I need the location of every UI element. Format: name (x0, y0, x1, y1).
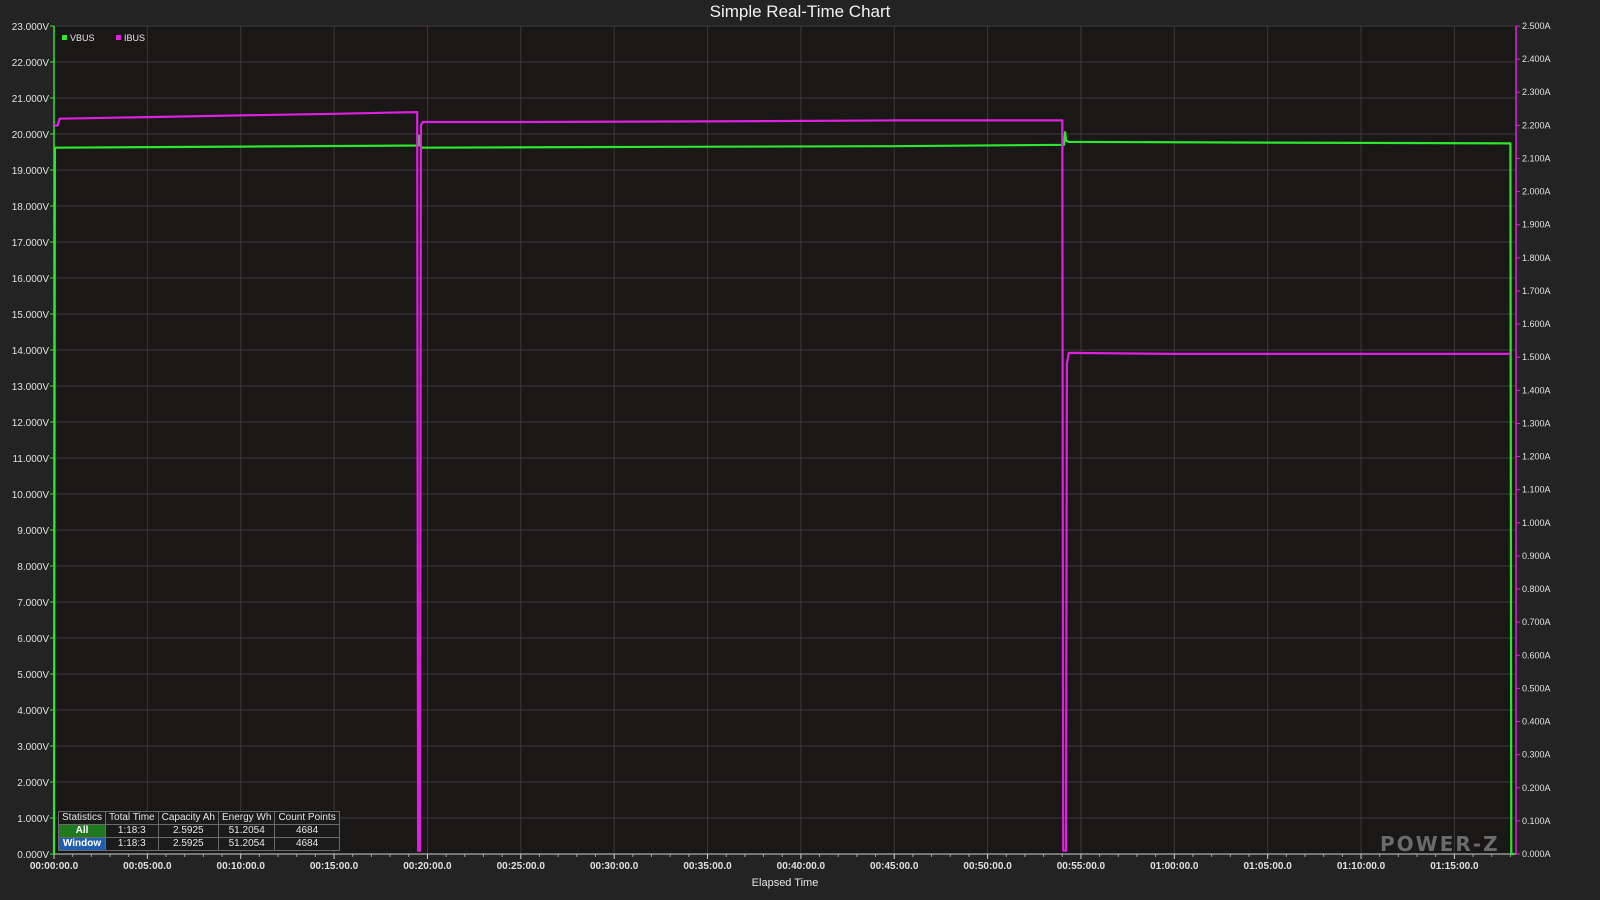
legend-label-ibus: IBUS (124, 33, 145, 43)
y-right-tick-label: 1.300A (1522, 418, 1551, 428)
y-left-tick-label: 9.000V (17, 526, 49, 537)
chart-canvas: 0.000V 1.000V 2.000V 3.000V 4.000V 5.000V 6.00… (12, 21, 1551, 889)
legend-swatch-ibus (116, 35, 121, 40)
y-right-tick-label: 0.500A (1522, 683, 1551, 693)
y-left-tick-label: 8.000V (17, 562, 49, 573)
x-tick-label: 00:55:00.0 (1057, 861, 1106, 872)
y-left-tick-label: 16.000V (12, 274, 50, 285)
y-left-tick-label: 20.000V (12, 130, 50, 141)
x-tick-label: 00:30:00.0 (590, 861, 639, 872)
y-left-tick-label: 22.000V (12, 58, 50, 69)
y-left-tick-label: 4.000V (17, 706, 49, 717)
x-tick-label: 01:15:00.0 (1430, 861, 1479, 872)
y-left-tick-label: 13.000V (12, 382, 50, 393)
statistics-row-window: Window 1:18:3 2.5925 51.2054 4684 (57, 837, 340, 851)
x-axis-label: Elapsed Time (752, 877, 819, 889)
x-tick-label: 00:40:00.0 (777, 861, 826, 872)
y-right-tick-label: 2.000A (1522, 187, 1551, 197)
y-right-tick-label: 2.500A (1522, 21, 1551, 31)
x-tick-label: 00:00:00.0 (30, 861, 79, 872)
y-right-tick-label: 2.200A (1522, 120, 1551, 130)
y-right-tick-label: 0.100A (1522, 816, 1551, 826)
y-right-tick-label: 1.000A (1522, 518, 1551, 528)
y-left-tick-label: 6.000V (17, 634, 49, 645)
x-tick-label: 00:20:00.0 (403, 861, 452, 872)
stats-cell: 51.2054 (217, 837, 276, 851)
y-left-tick-label: 23.000V (12, 22, 50, 33)
stats-header-statistics: Statistics (57, 811, 107, 825)
legend-swatch-vbus (62, 35, 67, 40)
y-right-tick-label: 1.200A (1522, 452, 1551, 462)
x-tick-label: 00:25:00.0 (497, 861, 546, 872)
y-left-tick-label: 1.000V (17, 814, 49, 825)
stats-cell: 51.2054 (217, 824, 276, 838)
y-right-tick-label: 1.700A (1522, 286, 1551, 296)
stats-cell: 4684 (274, 824, 340, 838)
x-tick-label: 00:10:00.0 (217, 861, 266, 872)
y-left-tick-label: 14.000V (12, 346, 50, 357)
stats-header-capacity: Capacity Ah (157, 811, 219, 825)
x-tick-label: 00:50:00.0 (963, 861, 1012, 872)
y-left-tick-label: 18.000V (12, 202, 50, 213)
x-tick-label: 00:05:00.0 (123, 861, 172, 872)
y-right-tick-label: 1.600A (1522, 319, 1551, 329)
x-tick-label: 01:05:00.0 (1243, 861, 1292, 872)
x-tick-label: 00:15:00.0 (310, 861, 359, 872)
stats-cell: 2.5925 (157, 837, 219, 851)
stats-label-window: Window (57, 837, 107, 851)
y-left-tick-label: 5.000V (17, 670, 49, 681)
statistics-row-all: All 1:18:3 2.5925 51.2054 4684 (57, 824, 340, 838)
x-tick-label: 01:10:00.0 (1337, 861, 1386, 872)
y-right-tick-label: 0.300A (1522, 750, 1551, 760)
y-right-tick-label: 0.800A (1522, 584, 1551, 594)
stats-header-count-points: Count Points (274, 811, 340, 825)
stats-header-total-time: Total Time (105, 811, 159, 825)
y-left-tick-label: 12.000V (12, 418, 50, 429)
y-right-tick-label: 0.700A (1522, 617, 1551, 627)
y-right-tick-label: 2.300A (1522, 87, 1551, 97)
y-right-tick-label: 1.900A (1522, 220, 1551, 230)
statistics-header-row: Statistics Total Time Capacity Ah Energy… (57, 811, 340, 825)
x-tick-label: 00:45:00.0 (870, 861, 919, 872)
y-left-tick-label: 2.000V (17, 778, 49, 789)
stats-label-all: All (57, 824, 107, 838)
legend-label-vbus: VBUS (70, 33, 95, 43)
y-right-tick-label: 1.500A (1522, 352, 1551, 362)
y-left-tick-label: 17.000V (12, 238, 50, 249)
y-right-tick-label: 0.200A (1522, 783, 1551, 793)
stats-cell: 1:18:3 (105, 824, 159, 838)
y-right-tick-label: 1.800A (1522, 253, 1551, 263)
x-tick-label: 01:00:00.0 (1150, 861, 1199, 872)
stats-cell: 1:18:3 (105, 837, 159, 851)
plot-area (54, 26, 1516, 854)
y-left-tick-label: 7.000V (17, 598, 49, 609)
y-right-tick-label: 2.400A (1522, 54, 1551, 64)
stats-header-energy: Energy Wh (217, 811, 276, 825)
y-right-tick-label: 0.000A (1522, 849, 1551, 859)
y-right-tick-label: 0.600A (1522, 650, 1551, 660)
power-z-watermark: POWER-Z (1380, 832, 1500, 856)
statistics-table: Statistics Total Time Capacity Ah Energy… (57, 811, 340, 851)
y-right-tick-label: 1.100A (1522, 485, 1551, 495)
stats-cell: 4684 (274, 837, 340, 851)
y-left-tick-label: 0.000V (17, 850, 49, 861)
stats-cell: 2.5925 (157, 824, 219, 838)
y-left-tick-label: 11.000V (12, 454, 49, 465)
y-left-tick-label: 19.000V (12, 166, 50, 177)
y-left-tick-label: 3.000V (17, 742, 49, 753)
y-left-tick-label: 21.000V (12, 94, 50, 105)
y-right-tick-label: 1.400A (1522, 385, 1551, 395)
y-right-tick-label: 0.400A (1522, 717, 1551, 727)
y-left-tick-label: 15.000V (12, 310, 50, 321)
x-tick-label: 00:35:00.0 (683, 861, 732, 872)
y-left-tick-label: 10.000V (12, 490, 50, 501)
y-right-tick-label: 2.100A (1522, 153, 1551, 163)
y-right-tick-label: 0.900A (1522, 551, 1551, 561)
